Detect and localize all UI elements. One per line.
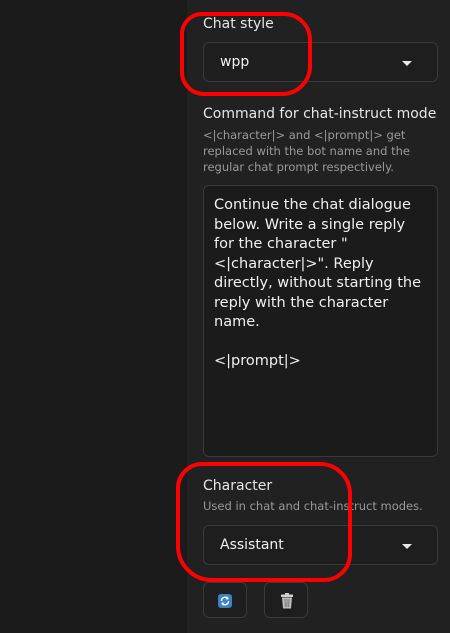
delete-button[interactable] [264,582,308,618]
refresh-button[interactable] [203,582,247,618]
chevron-down-icon [402,61,412,66]
character-info: Used in chat and chat-instruct modes. [203,499,423,513]
character-label: Character [203,478,273,494]
command-info: <|character|> and <|prompt|> get replace… [203,128,410,174]
character-dropdown[interactable]: Assistant [203,525,438,565]
left-gutter [0,0,187,633]
chevron-down-icon [402,544,412,549]
character-value: Assistant [220,537,284,553]
chat-style-value: wpp [220,54,250,70]
chat-style-label: Chat style [203,16,274,32]
trash-icon [280,593,294,613]
command-label: Command for chat-instruct mode [203,106,437,122]
refresh-icon [218,594,232,608]
chat-style-dropdown[interactable]: wpp [203,42,438,82]
command-textarea[interactable]: Continue the chat dialogue below. Write … [203,185,438,457]
